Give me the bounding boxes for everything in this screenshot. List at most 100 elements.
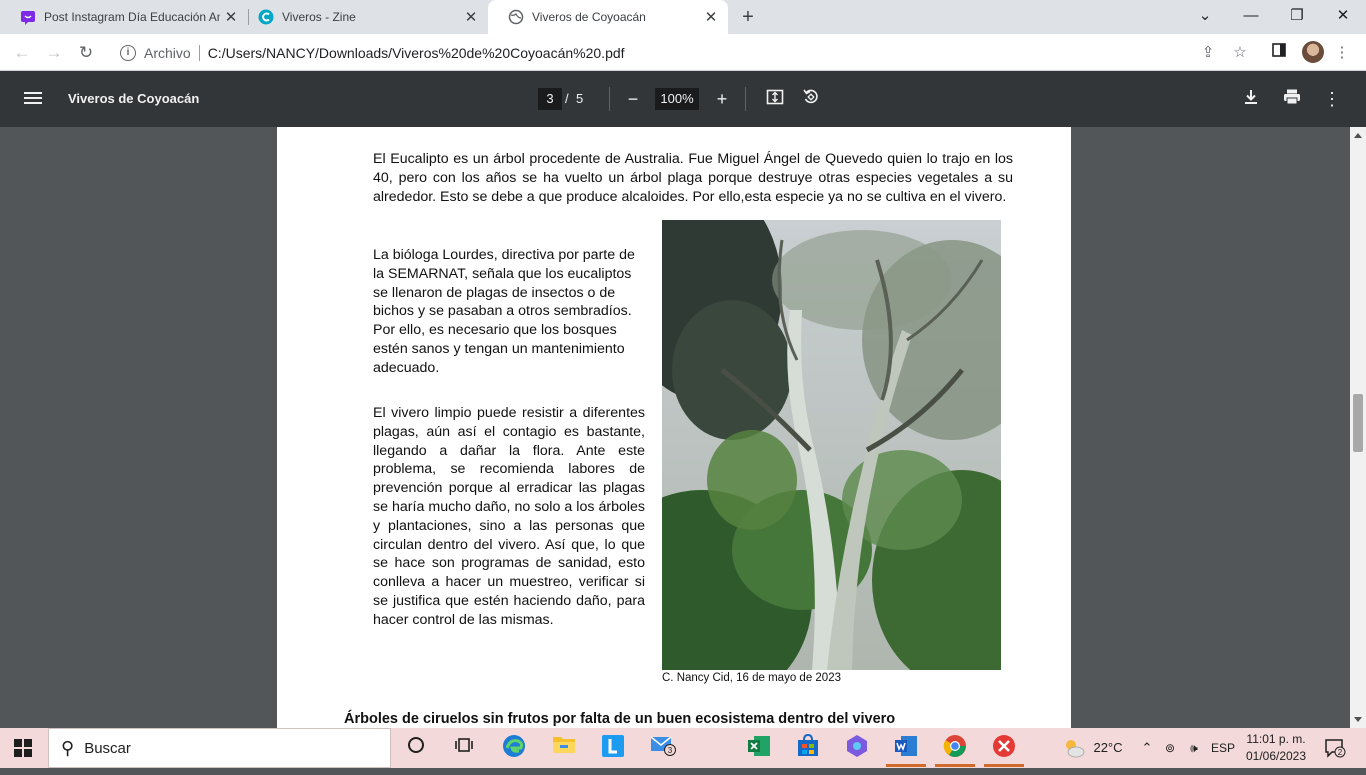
- minus-icon: −: [627, 89, 639, 109]
- arrow-left-icon: ←: [13, 43, 31, 62]
- windows-start-icon[interactable]: [14, 739, 32, 757]
- menu-icon[interactable]: [22, 89, 44, 109]
- more-actions-icon[interactable]: ⋮: [1321, 88, 1343, 110]
- app-x-active-indicator: [984, 764, 1024, 767]
- paragraph-eucalipto: El Eucalipto es un árbol procedente de A…: [373, 151, 1013, 205]
- app-l-icon[interactable]: [599, 734, 627, 762]
- app-hexagon-icon[interactable]: [843, 734, 871, 762]
- avatar[interactable]: [1302, 41, 1324, 63]
- taskbar: ⚲ Buscar 3 22°C ⌃ ⊚ 🕪 ESP 11:01 p. m. 01…: [0, 728, 1366, 768]
- store-icon[interactable]: [794, 733, 822, 762]
- page-number-input[interactable]: 3: [538, 88, 562, 110]
- edge-icon[interactable]: [500, 734, 528, 762]
- mail-icon[interactable]: 3: [649, 734, 677, 762]
- tab-viveros-zine[interactable]: Viveros - Zine ✕: [238, 0, 488, 34]
- tab-strip: Post Instagram Día Educación Am ✕ Vivero…: [0, 0, 1366, 34]
- restore-button[interactable]: ❐: [1274, 0, 1320, 34]
- tab-label: Post Instagram Día Educación Am: [44, 10, 220, 24]
- reload-icon: ↻: [78, 43, 94, 62]
- plus-icon: +: [716, 89, 728, 109]
- fit-to-page-icon: [766, 89, 784, 105]
- chevron-down-icon: ⌄: [1198, 7, 1212, 24]
- weather-temperature: 22°C: [1093, 740, 1123, 755]
- site-chip: Archivo: [144, 44, 191, 61]
- print-button[interactable]: [1281, 88, 1303, 110]
- canva-icon: [21, 11, 35, 25]
- arrow-right-icon: →: [45, 43, 63, 62]
- scroll-thumb[interactable]: [1353, 394, 1363, 452]
- canva-c-icon: [258, 9, 274, 25]
- back-button[interactable]: ←: [9, 40, 35, 66]
- notifications-icon[interactable]: 2: [1320, 728, 1350, 768]
- word-icon[interactable]: [892, 734, 920, 762]
- close-icon[interactable]: ✕: [460, 8, 482, 26]
- close-window-button[interactable]: ✕: [1320, 0, 1366, 34]
- paragraph-biologa: La bióloga Lourdes, directiva por parte …: [373, 247, 635, 376]
- task-view-icon[interactable]: [450, 734, 478, 762]
- scrollbar[interactable]: [1350, 127, 1366, 728]
- pdf-page: El Eucalipto es un árbol procedente de A…: [277, 127, 1071, 728]
- tab-search-button[interactable]: ⌄: [1182, 0, 1228, 34]
- url-text: C:/Users/NANCY/Downloads/Viveros%20de%20…: [207, 44, 625, 61]
- clock-time: 11:01 p. m.: [1246, 732, 1306, 746]
- excel-icon[interactable]: [745, 734, 773, 762]
- kebab-menu-icon[interactable]: ⋮: [1330, 41, 1354, 65]
- info-icon[interactable]: i: [120, 44, 136, 61]
- rotate-icon: [803, 89, 818, 104]
- weather-icon[interactable]: [1058, 728, 1090, 768]
- section-heading: Árboles de ciruelos sin frutos por falta…: [344, 711, 896, 727]
- minimize-button[interactable]: —: [1228, 0, 1274, 34]
- browser-toolbar: ← → ↻ i Archivo C:/Users/NANCY/Downloads…: [0, 34, 1366, 71]
- clock-date: 01/06/2023: [1245, 749, 1307, 763]
- pdf-viewer: El Eucalipto es un árbol procedente de A…: [0, 127, 1350, 728]
- app-x-icon[interactable]: [990, 734, 1018, 762]
- network-icon[interactable]: ⊚: [1160, 728, 1180, 768]
- globe-icon: [508, 9, 524, 25]
- taskbar-search[interactable]: ⚲ Buscar: [48, 728, 391, 768]
- close-icon[interactable]: ✕: [700, 8, 722, 26]
- download-icon: [1245, 90, 1257, 104]
- search-placeholder: Buscar: [84, 739, 131, 757]
- zoom-input[interactable]: 100%: [655, 88, 699, 110]
- tab-label: Viveros de Coyoacán: [532, 10, 646, 24]
- chip-divider: [198, 44, 200, 61]
- mail-badge: 3: [668, 746, 673, 755]
- pdf-toolbar: Viveros de Coyoacán 3 / 5 − 100% + ⋮: [0, 71, 1366, 127]
- address-bar[interactable]: i Archivo C:/Users/NANCY/Downloads/Viver…: [106, 37, 1336, 68]
- total-pages: 5: [576, 91, 584, 106]
- new-tab-button[interactable]: +: [736, 5, 760, 29]
- scroll-up-arrow[interactable]: [1354, 133, 1362, 138]
- forward-button[interactable]: →: [41, 40, 67, 66]
- star-icon[interactable]: ☆: [1228, 41, 1252, 65]
- tab-viveros-coyoacan[interactable]: Viveros de Coyoacán ✕: [488, 0, 728, 34]
- printer-icon: [1284, 89, 1300, 105]
- word-active-indicator: [886, 764, 926, 767]
- search-icon: ⚲: [61, 737, 75, 758]
- chrome-icon[interactable]: [941, 734, 969, 762]
- zoom-out-button[interactable]: −: [622, 88, 644, 110]
- fit-page-button[interactable]: [764, 88, 786, 110]
- reload-button[interactable]: ↻: [73, 40, 99, 66]
- file-explorer-icon[interactable]: [550, 734, 578, 762]
- paragraph-vivero-limpio: El vivero limpio puede resistir a difere…: [373, 405, 645, 628]
- tab-label: Viveros - Zine: [282, 10, 356, 24]
- photo-caption: C. Nancy Cid, 16 de mayo de 2023: [662, 672, 841, 684]
- page-separator: /: [565, 91, 569, 106]
- tab-post-instagram[interactable]: Post Instagram Día Educación Am ✕: [0, 0, 248, 34]
- zoom-in-button[interactable]: +: [711, 88, 733, 110]
- download-button[interactable]: [1240, 88, 1262, 110]
- rotate-button[interactable]: [800, 88, 822, 110]
- chevron-up-icon[interactable]: ⌃: [1138, 728, 1156, 768]
- side-panel-icon[interactable]: [1267, 41, 1291, 65]
- toolbar-divider: [609, 87, 610, 111]
- cortana-icon[interactable]: [402, 734, 430, 762]
- clock[interactable]: 11:01 p. m. 01/06/2023: [1242, 731, 1310, 765]
- share-icon[interactable]: ⇪: [1196, 41, 1220, 65]
- notifications-badge: 2: [1338, 748, 1343, 757]
- eucalyptus-photo: [662, 220, 1001, 670]
- scroll-down-arrow[interactable]: [1354, 717, 1362, 722]
- toolbar-divider: [745, 87, 746, 111]
- chrome-active-indicator: [935, 764, 975, 767]
- volume-icon[interactable]: 🕪: [1183, 728, 1205, 768]
- language-indicator[interactable]: ESP: [1208, 728, 1238, 768]
